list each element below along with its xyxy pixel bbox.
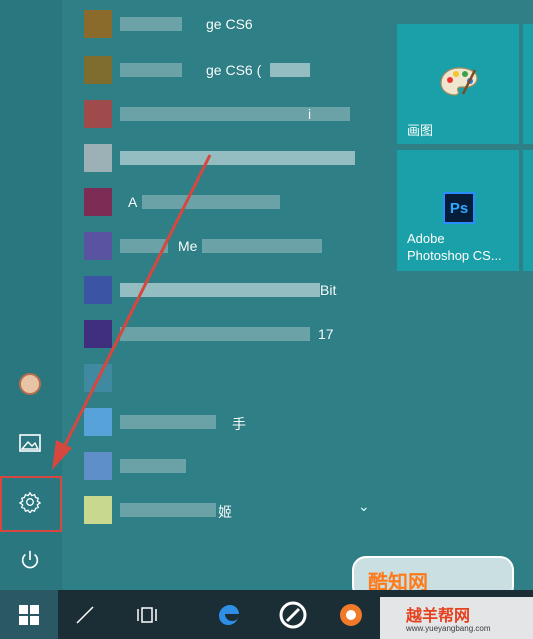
watermark-bottom: 越羊帮网 www.yueyangbang.com: [380, 597, 533, 639]
start-windows-icon[interactable]: [0, 590, 58, 639]
search-icon[interactable]: [70, 600, 100, 630]
task-view-icon[interactable]: [132, 600, 162, 630]
annotation-arrow: [52, 154, 212, 470]
edge-icon[interactable]: [214, 600, 244, 630]
watermark-url: www.yueyangbang.com: [406, 624, 491, 633]
browser-icon[interactable]: [278, 600, 308, 630]
app-icon-orange[interactable]: [336, 600, 366, 630]
watermark-text: 越羊帮网: [406, 608, 471, 625]
